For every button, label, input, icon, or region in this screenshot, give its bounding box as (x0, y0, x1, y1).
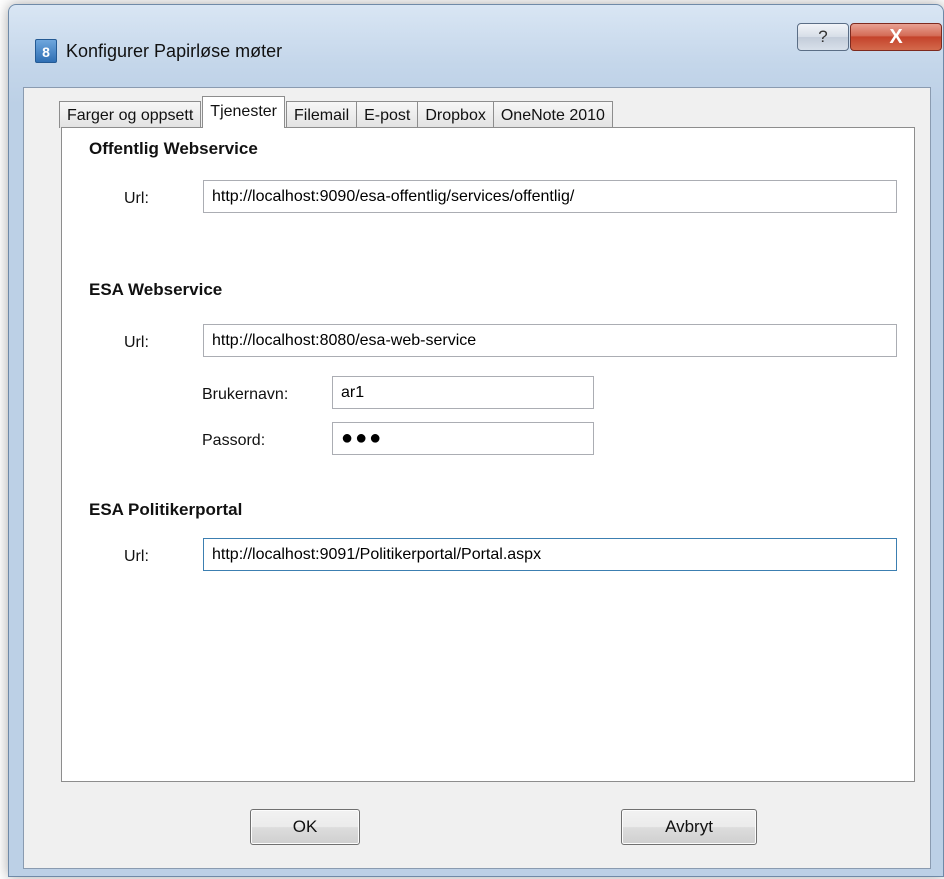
title-bar[interactable]: 8 Konfigurer Papirløse møter ? X (9, 5, 943, 85)
politikerportal-heading: ESA Politikerportal (89, 500, 243, 519)
offentlig-webservice-heading: Offentlig Webservice (89, 139, 258, 158)
dialog-client-area: Farger og oppsett Tjenester Filemail E-p… (23, 87, 931, 869)
offentlig-url-input[interactable] (203, 180, 897, 213)
tab-tjenester[interactable]: Tjenester (202, 96, 285, 128)
username-input[interactable] (332, 376, 594, 409)
esa-url-label: Url: (124, 334, 149, 351)
ok-button[interactable]: OK (250, 809, 360, 845)
tjenester-tab-panel: Offentlig Webservice Url: ESA Webservice… (61, 127, 915, 782)
offentlig-url-label: Url: (124, 190, 149, 207)
tab-e-post[interactable]: E-post (356, 101, 419, 128)
tab-onenote-2010[interactable]: OneNote 2010 (492, 101, 613, 128)
help-icon: ? (818, 27, 828, 46)
close-button[interactable]: X (850, 23, 942, 51)
tab-filemail[interactable]: Filemail (286, 101, 358, 128)
dialog-window: 8 Konfigurer Papirløse møter ? X Farger … (8, 4, 944, 877)
username-label: Brukernavn: (202, 386, 289, 403)
politikerportal-url-label: Url: (124, 548, 149, 565)
password-label: Passord: (202, 432, 266, 449)
app-icon: 8 (35, 39, 57, 63)
tab-strip: Farger og oppsett Tjenester Filemail E-p… (59, 96, 613, 128)
close-icon: X (889, 25, 903, 48)
esa-webservice-heading: ESA Webservice (89, 280, 223, 299)
password-input[interactable] (332, 422, 594, 455)
esa-url-input[interactable] (203, 324, 897, 357)
politikerportal-url-input[interactable] (203, 538, 897, 571)
help-button[interactable]: ? (797, 23, 849, 51)
tab-farger-og-oppsett[interactable]: Farger og oppsett (59, 101, 202, 128)
cancel-button[interactable]: Avbryt (621, 809, 757, 845)
tab-dropbox[interactable]: Dropbox (417, 101, 494, 128)
window-title: Konfigurer Papirløse møter (66, 41, 283, 61)
